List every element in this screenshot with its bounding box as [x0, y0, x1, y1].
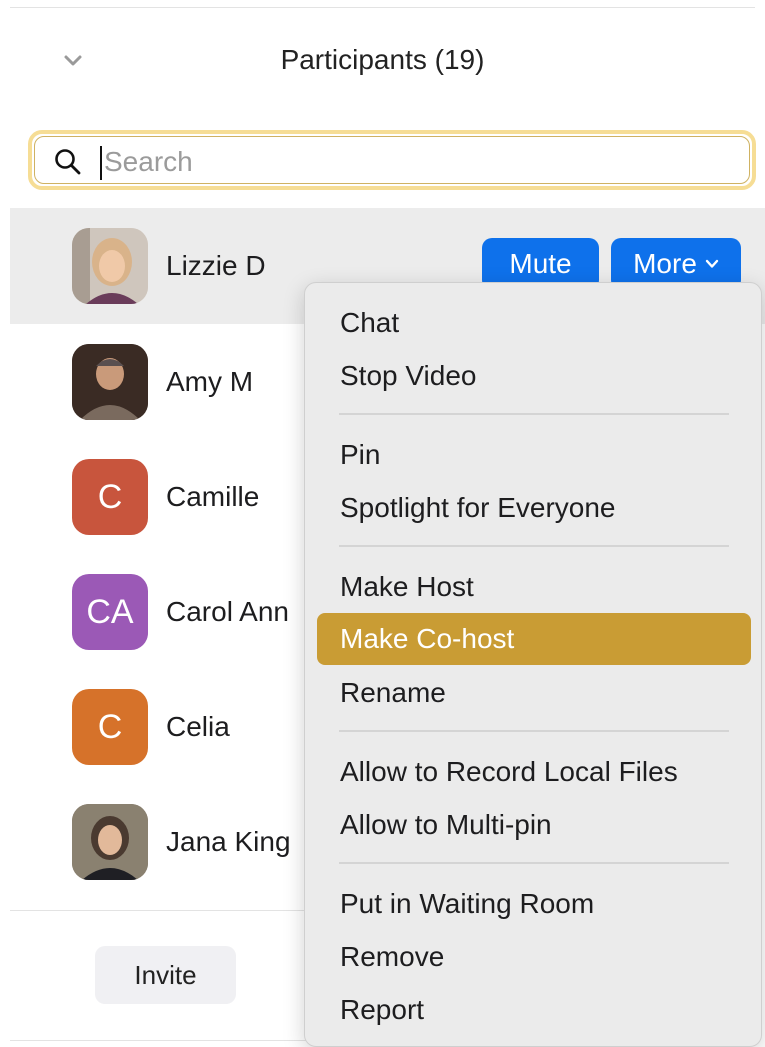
text-cursor [100, 146, 102, 180]
participant-name: Amy M [166, 366, 254, 397]
more-label: More [633, 248, 697, 279]
avatar-initials: C [72, 459, 148, 535]
avatar-photo [72, 804, 148, 880]
participant-name: Lizzie D [166, 250, 266, 281]
participant-name: Jana King [166, 826, 291, 857]
menu-item-spotlight-for-everyone[interactable]: Spotlight for Everyone [317, 482, 751, 534]
menu-item-rename[interactable]: Rename [317, 667, 751, 719]
avatar-photo [72, 228, 148, 304]
menu-item-make-host[interactable]: Make Host [317, 561, 751, 613]
menu-item-report[interactable]: Report [317, 984, 751, 1036]
search-box[interactable] [28, 130, 756, 190]
invite-button[interactable]: Invite [95, 946, 236, 1004]
menu-item-remove[interactable]: Remove [317, 931, 751, 983]
participant-name: Camille [166, 481, 260, 512]
search-input[interactable] [104, 142, 704, 182]
participant-name: Celia [166, 711, 230, 742]
panel-title: Participants (19) [280, 44, 485, 75]
menu-separator [339, 862, 729, 864]
search-icon [55, 149, 81, 175]
menu-separator [339, 413, 729, 415]
more-menu: Chat Stop Video Pin Spotlight for Everyo… [304, 282, 762, 1047]
menu-item-allow-record-local-files[interactable]: Allow to Record Local Files [317, 746, 751, 798]
chevron-down-icon [705, 259, 719, 268]
menu-item-stop-video[interactable]: Stop Video [317, 350, 751, 402]
top-divider [10, 7, 755, 8]
participant-name: Carol Ann [166, 596, 289, 627]
avatar-initials: C [72, 689, 148, 765]
menu-separator [339, 545, 729, 547]
menu-item-chat[interactable]: Chat [317, 297, 751, 349]
menu-item-make-co-host[interactable]: Make Co-host [317, 613, 751, 665]
avatar-photo [72, 344, 148, 420]
avatar-initials: CA [72, 574, 148, 650]
menu-separator [339, 730, 729, 732]
menu-item-pin[interactable]: Pin [317, 429, 751, 481]
menu-item-put-in-waiting-room[interactable]: Put in Waiting Room [317, 878, 751, 930]
menu-item-allow-multi-pin[interactable]: Allow to Multi-pin [317, 799, 751, 851]
